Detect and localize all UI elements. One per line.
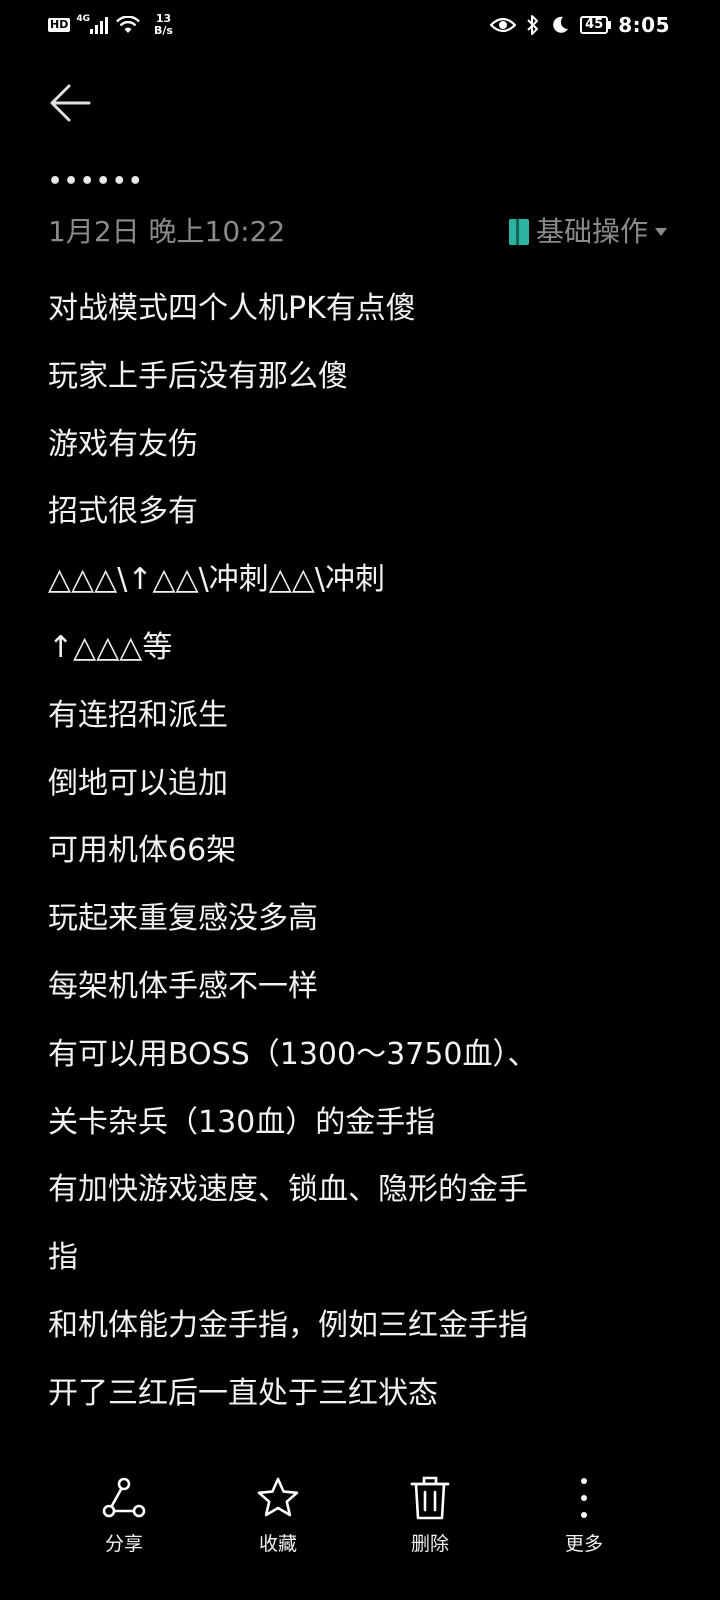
status-left: HD 4G 13 B/s xyxy=(48,10,173,40)
share-label: 分享 xyxy=(104,1533,143,1555)
note-line: 有连招和派生 xyxy=(48,697,228,733)
eye-comfort-icon xyxy=(490,17,517,33)
star-icon xyxy=(257,1477,299,1517)
share-button[interactable]: 分享 xyxy=(74,1470,174,1580)
bottom-toolbar: 分享 收藏 删除 更多 xyxy=(0,1470,720,1580)
network-type: 4G xyxy=(76,14,90,24)
trash-icon xyxy=(410,1476,450,1520)
network-speed: 13 B/s xyxy=(154,13,173,37)
arrow-left-icon xyxy=(50,84,91,122)
note-line: 玩家上手后没有那么傻 xyxy=(48,358,348,394)
note-content[interactable]: 对战模式四个人机PK有点傻 玩家上手后没有那么傻 游戏有友伤招式很多有 △△△\↑△△… xyxy=(48,275,668,1428)
status-right: 45 8:05 xyxy=(490,10,670,40)
note-line: 对战模式四个人机PK有点傻 xyxy=(48,291,416,326)
delete-button[interactable]: 删除 xyxy=(380,1470,480,1580)
signal-icon xyxy=(90,17,108,34)
back-button[interactable] xyxy=(44,78,98,128)
note-line: 可用机体66架 xyxy=(48,833,237,869)
note-line: 有可以用BOSS（1300～3750血）、 xyxy=(48,1036,538,1072)
favorite-button[interactable]: 收藏 xyxy=(228,1470,328,1580)
more-button[interactable]: 更多 xyxy=(534,1470,634,1580)
note-line: 有加快游戏速度、锁血、隐形的金手 xyxy=(48,1172,528,1208)
folder-selector[interactable]: 基础操作 xyxy=(508,214,668,250)
moon-icon xyxy=(553,16,569,33)
speed-unit: B/s xyxy=(154,24,173,37)
hd-badge: HD xyxy=(48,18,71,32)
share-icon xyxy=(102,1477,146,1518)
wifi-icon xyxy=(116,16,140,33)
note-line: 招式很多有 xyxy=(48,494,198,530)
bluetooth-icon xyxy=(527,15,539,35)
note-line: 玩起来重复感没多高 xyxy=(48,901,318,937)
clock: 8:05 xyxy=(618,13,670,37)
note-line: 游戏有友伤 xyxy=(48,426,198,462)
note-line: △△△\↑△△\冲刺△△\冲刺 xyxy=(48,562,385,598)
note-line: ↑△△△等 xyxy=(48,629,173,665)
more-vertical-icon xyxy=(581,1478,587,1518)
notebook-icon xyxy=(508,219,529,245)
note-meta: 1月2日 晚上10:22 基础操作 xyxy=(48,212,668,252)
caret-down-icon xyxy=(655,228,667,236)
note-line: 指 xyxy=(48,1240,78,1276)
note-line: 每架机体手感不一样 xyxy=(48,968,318,1004)
note-title: •••••• xyxy=(48,169,145,194)
battery-indicator: 45 xyxy=(580,16,612,34)
note-date: 1月2日 晚上10:22 xyxy=(48,215,286,248)
note-line: 倒地可以追加 xyxy=(48,765,228,801)
note-line: 关卡杂兵（130血）的金手指 xyxy=(48,1104,436,1140)
favorite-label: 收藏 xyxy=(258,1533,297,1555)
folder-name: 基础操作 xyxy=(535,215,648,248)
status-bar: HD 4G 13 B/s 45 8:05 xyxy=(0,0,720,50)
delete-label: 删除 xyxy=(410,1533,449,1555)
more-label: 更多 xyxy=(564,1533,603,1555)
note-line: 开了三红后一直处于三红状态 xyxy=(48,1375,438,1411)
note-line: 和机体能力金手指，例如三红金手指 xyxy=(48,1307,528,1343)
